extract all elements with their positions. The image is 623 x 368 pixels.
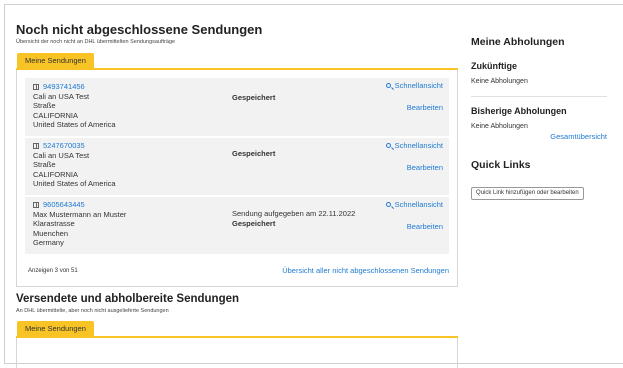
shipment-row: 9605643445 Max Mustermann an Muster Klar… <box>25 197 449 254</box>
quick-view-label[interactable]: Schnellansicht <box>395 200 443 210</box>
address-line: Straße <box>33 160 56 169</box>
address-line: Germany <box>33 238 64 247</box>
search-icon <box>385 202 391 208</box>
sent-title: Versendete und abholbereite Sendungen <box>16 293 240 305</box>
search-icon <box>385 83 391 89</box>
address-line: CALIFORNIA <box>33 169 79 179</box>
overview-link[interactable]: Gesamtübersicht <box>471 132 607 141</box>
package-icon <box>33 201 39 208</box>
quick-view-link[interactable]: Schnellansicht <box>385 81 443 91</box>
past-pickups-text: Keine Abholungen <box>471 123 528 130</box>
address-line: Muenchen <box>33 228 69 238</box>
pending-card: 9493741456 Cali an USA Test Straße CALIF… <box>16 70 458 287</box>
pending-shipments-section: Noch nicht abgeschlossene Sendungen Über… <box>16 22 458 287</box>
address-line: United States of America <box>33 120 116 129</box>
sent-card <box>16 338 458 368</box>
sent-subtitle: An DHL übermittelte, aber noch nicht aus… <box>16 308 169 314</box>
quick-view-label[interactable]: Schnellansicht <box>395 81 443 91</box>
tab-sent-shipments[interactable]: Meine Sendungen <box>17 321 94 336</box>
pending-subtitle: Übersicht der noch nicht an DHL übermitt… <box>16 39 176 45</box>
sidebar: Meine Abholungen Zukünftige Keine Abholu… <box>471 36 611 200</box>
pending-tabbar: Meine Sendungen <box>16 53 458 70</box>
edit-link[interactable]: Bearbeiten <box>407 222 443 232</box>
shipment-id[interactable]: 9605643445 <box>43 200 85 210</box>
add-quicklink-button[interactable]: Quick Link hinzufügen oder bearbeiten <box>471 187 584 200</box>
shipment-id[interactable]: 5247670035 <box>43 141 85 151</box>
search-icon <box>385 143 391 149</box>
status-text: Gespeichert <box>232 149 276 158</box>
shipment-status: Sendung aufgegeben am 22.11.2022 Gespeic… <box>232 209 355 228</box>
status-text: Gespeichert <box>232 218 276 228</box>
tab-my-shipments[interactable]: Meine Sendungen <box>17 53 94 68</box>
shipment-row: 9493741456 Cali an USA Test Straße CALIF… <box>25 78 449 136</box>
package-icon <box>33 83 39 90</box>
all-pending-link[interactable]: Übersicht aller nicht abgeschlossenen Se… <box>282 262 449 280</box>
pending-title: Noch nicht abgeschlossene Sendungen <box>16 22 263 37</box>
sent-tabbar: Meine Sendungen <box>16 321 458 338</box>
address-line: United States of America <box>33 179 116 188</box>
shipment-status: Gespeichert <box>232 149 275 159</box>
sent-shipments-section: Versendete und abholbereite Sendungen An… <box>16 293 458 368</box>
quick-view-label[interactable]: Schnellansicht <box>395 141 443 151</box>
future-pickups-text: Keine Abholungen <box>471 78 528 85</box>
status-date-text: Sendung aufgegeben am 22.11.2022 <box>232 209 356 218</box>
edit-link[interactable]: Bearbeiten <box>407 163 443 173</box>
shipment-row: 5247670035 Cali an USA Test Straße CALIF… <box>25 138 449 195</box>
future-pickups-title: Zukünftige <box>471 61 517 71</box>
pickups-title: Meine Abholungen <box>471 36 565 48</box>
edit-link[interactable]: Bearbeiten <box>407 103 443 113</box>
quick-view-link[interactable]: Schnellansicht <box>385 200 443 210</box>
shipment-id[interactable]: 9493741456 <box>43 82 85 92</box>
quicklinks-title: Quick Links <box>471 159 531 171</box>
shipment-status: Gespeichert <box>232 93 275 103</box>
past-pickups-title: Bisherige Abholungen <box>471 106 567 116</box>
package-icon <box>33 142 39 149</box>
status-text: Gespeichert <box>232 93 276 102</box>
quick-view-link[interactable]: Schnellansicht <box>385 141 443 151</box>
address-line: CALIFORNIA <box>33 110 79 120</box>
pending-footer: Anzeigen 3 von 51 Übersicht aller nicht … <box>25 262 449 280</box>
result-count: Anzeigen 3 von 51 <box>28 268 78 274</box>
